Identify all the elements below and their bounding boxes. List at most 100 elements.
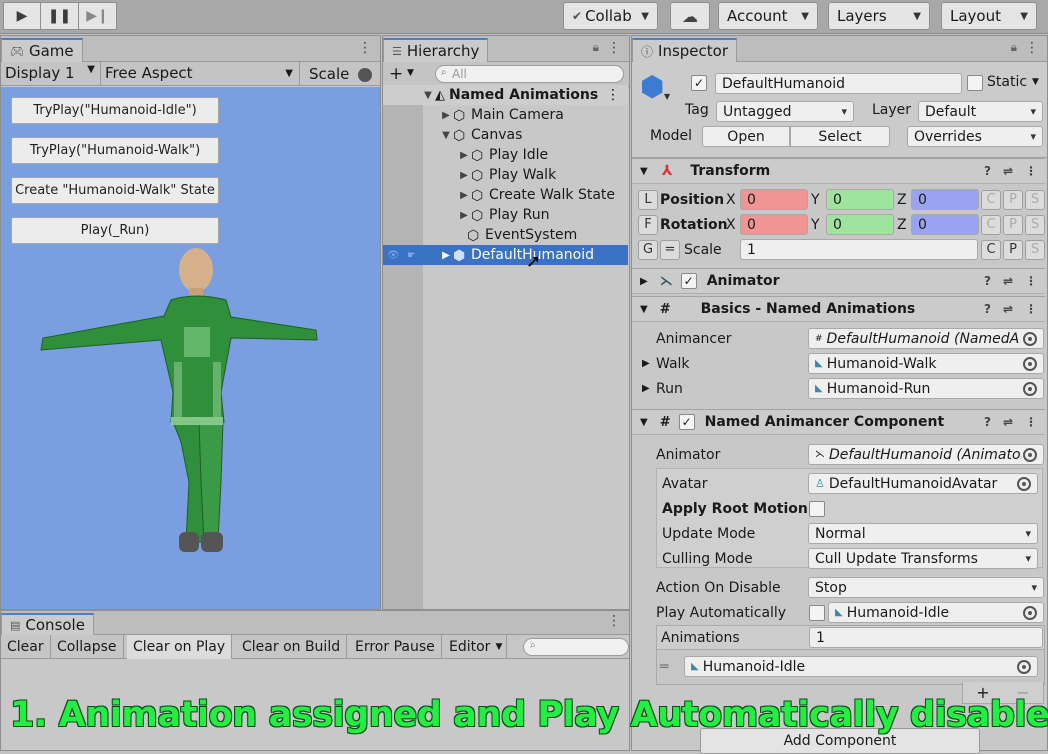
collab-dropdown[interactable]: ✔ Collab ▼	[563, 2, 658, 30]
animation-item-field[interactable]: ◣ Humanoid-Idle	[684, 656, 1038, 677]
reset-button[interactable]: S	[1025, 189, 1045, 210]
hierarchy-item-defaulthumanoid[interactable]: 👁︎ ☛ ▶ ⬢ DefaultHumanoid	[383, 245, 628, 265]
hierarchy-menu-icon[interactable]: ⋮	[607, 40, 621, 56]
tryplay-walk-button[interactable]: TryPlay("Humanoid-Walk")	[11, 137, 219, 164]
step-button[interactable]: ▶❙	[79, 2, 117, 30]
copy-button[interactable]: C	[981, 189, 1001, 210]
hierarchy-item-play-idle[interactable]: ▶ ⬡ Play Idle	[383, 145, 628, 165]
copy-button[interactable]: C	[981, 214, 1001, 235]
animancer-field[interactable]: # DefaultHumanoid (NamedA	[808, 328, 1044, 349]
paste-button[interactable]: P	[1003, 214, 1023, 235]
editor-dropdown[interactable]: Editor ▼	[443, 635, 508, 659]
hierarchy-item-canvas[interactable]: ▼ ⬡ Canvas	[383, 125, 628, 145]
position-z-field[interactable]: 0	[911, 189, 979, 210]
chevron-down-icon[interactable]: ▼	[407, 68, 414, 78]
position-y-field[interactable]: 0	[826, 189, 894, 210]
component-menu-icon[interactable]: ⋮	[1025, 415, 1037, 429]
scene-row[interactable]: ▼ ◭ Named Animations ⋮	[383, 85, 628, 105]
tab-hierarchy[interactable]: ☰ Hierarchy	[383, 38, 489, 62]
named-animancer-enabled-checkbox[interactable]: ✓	[678, 414, 695, 430]
play-automatically-checkbox[interactable]	[809, 604, 825, 621]
named-animancer-header[interactable]: ▼ # ✓ Named Animancer Component ? ⇌ ⋮	[632, 409, 1045, 435]
console-search-input[interactable]: ⌕	[523, 638, 629, 656]
scene-menu-icon[interactable]: ⋮	[606, 87, 620, 103]
object-picker-icon[interactable]	[1017, 659, 1031, 674]
clear-on-build-button[interactable]: Clear on Build	[236, 635, 348, 659]
position-x-field[interactable]: 0	[740, 189, 808, 210]
game-menu-icon[interactable]: ⋮	[358, 40, 372, 56]
paste-button[interactable]: P	[1003, 239, 1023, 260]
hierarchy-search-input[interactable]: ⌕ All	[435, 65, 624, 83]
hierarchy-item-create-walk-state[interactable]: ▶ ⬡ Create Walk State	[383, 185, 628, 205]
scale-field[interactable]: 1	[740, 239, 978, 260]
inspector-menu-icon[interactable]: ⋮	[1025, 40, 1039, 56]
tab-game[interactable]: 🎮︎ Game	[1, 38, 83, 62]
cloud-button[interactable]: ☁	[670, 2, 710, 30]
preset-icon[interactable]: ⇌	[1003, 274, 1013, 288]
drag-handle-icon[interactable]: ═	[660, 659, 668, 675]
select-button[interactable]: Select	[790, 126, 890, 147]
help-icon[interactable]: ?	[984, 302, 991, 316]
active-checkbox[interactable]: ✓	[691, 75, 707, 91]
scale-slider-handle[interactable]	[358, 68, 372, 82]
animator-enabled-checkbox[interactable]: ✓	[680, 273, 697, 289]
play-automatically-field[interactable]: ◣ Humanoid-Idle	[828, 602, 1044, 623]
lock-icon[interactable]: 🔒︎	[1011, 40, 1017, 55]
culling-mode-dropdown[interactable]: Cull Update Transforms	[808, 548, 1038, 569]
account-dropdown[interactable]: Account ▼	[718, 2, 818, 30]
rotation-y-field[interactable]: 0	[826, 214, 894, 235]
chevron-down-icon[interactable]: ▼	[1032, 77, 1039, 87]
play-button[interactable]: ▶	[3, 2, 41, 30]
component-menu-icon[interactable]: ⋮	[1025, 274, 1037, 288]
animation-list-item[interactable]: ═ ◣ Humanoid-Idle	[656, 654, 1045, 679]
play-run-button[interactable]: Play(_Run)	[11, 217, 219, 244]
walk-row[interactable]: ▶ Walk ◣ Humanoid-Walk	[632, 351, 1045, 376]
global-button[interactable]: G	[638, 239, 658, 260]
overrides-dropdown[interactable]: Overrides	[907, 126, 1043, 147]
expand-icon[interactable]: ▶	[439, 250, 453, 261]
animator-field[interactable]: ⋋ DefaultHumanoid (Animato	[808, 444, 1044, 465]
static-checkbox[interactable]	[967, 75, 983, 91]
copy-button[interactable]: C	[981, 239, 1001, 260]
object-name-field[interactable]: DefaultHumanoid	[715, 73, 962, 94]
free-button[interactable]: F	[638, 214, 658, 235]
collapse-icon[interactable]: ▼	[640, 304, 648, 315]
visibility-icon[interactable]: 👁︎	[387, 250, 400, 261]
uniform-scale-button[interactable]: =	[660, 239, 680, 260]
component-menu-icon[interactable]: ⋮	[1025, 164, 1037, 178]
open-button[interactable]: Open	[702, 126, 790, 147]
apply-root-motion-checkbox[interactable]	[809, 500, 825, 517]
preset-icon[interactable]: ⇌	[1003, 415, 1013, 429]
collapse-icon[interactable]: ▼	[439, 130, 453, 141]
preset-icon[interactable]: ⇌	[1003, 164, 1013, 178]
aspect-dropdown[interactable]: Free Aspect ▼	[100, 62, 300, 86]
layer-dropdown[interactable]: Default	[918, 101, 1043, 122]
expand-icon[interactable]: ▶	[457, 210, 471, 221]
object-picker-icon[interactable]	[1023, 605, 1037, 620]
clear-on-play-button[interactable]: Clear on Play	[127, 635, 233, 659]
avatar-field[interactable]: ♙ DefaultHumanoidAvatar	[808, 473, 1038, 494]
expand-icon[interactable]: ▶	[457, 170, 471, 181]
collapse-icon[interactable]: ▼	[640, 166, 648, 177]
collapse-icon[interactable]: ▼	[640, 417, 648, 428]
pick-icon[interactable]: ☛	[407, 250, 416, 261]
expand-icon[interactable]: ▶	[457, 190, 471, 201]
help-icon[interactable]: ?	[984, 164, 991, 178]
basics-header[interactable]: ▼ # Basics - Named Animations ? ⇌ ⋮	[632, 296, 1045, 322]
lock-icon[interactable]: 🔒︎	[593, 40, 599, 55]
object-picker-icon[interactable]	[1023, 381, 1037, 396]
expand-icon[interactable]: ▶	[457, 150, 471, 161]
hierarchy-item-eventsystem[interactable]: ⬡ EventSystem	[383, 225, 628, 245]
action-on-disable-dropdown[interactable]: Stop	[808, 577, 1044, 598]
help-icon[interactable]: ?	[984, 415, 991, 429]
hierarchy-item-play-run[interactable]: ▶ ⬡ Play Run	[383, 205, 628, 225]
object-picker-icon[interactable]	[1023, 331, 1037, 346]
console-menu-icon[interactable]: ⋮	[607, 613, 621, 629]
hierarchy-item-main-camera[interactable]: ▶ ⬡ Main Camera	[383, 105, 628, 125]
reset-button[interactable]: S	[1025, 214, 1045, 235]
reset-button[interactable]: S	[1025, 239, 1045, 260]
tab-inspector[interactable]: ⓘ Inspector	[632, 38, 737, 62]
tab-console[interactable]: ▤ Console	[1, 613, 94, 635]
pause-button[interactable]: ❚❚	[41, 2, 79, 30]
rotation-z-field[interactable]: 0	[911, 214, 979, 235]
